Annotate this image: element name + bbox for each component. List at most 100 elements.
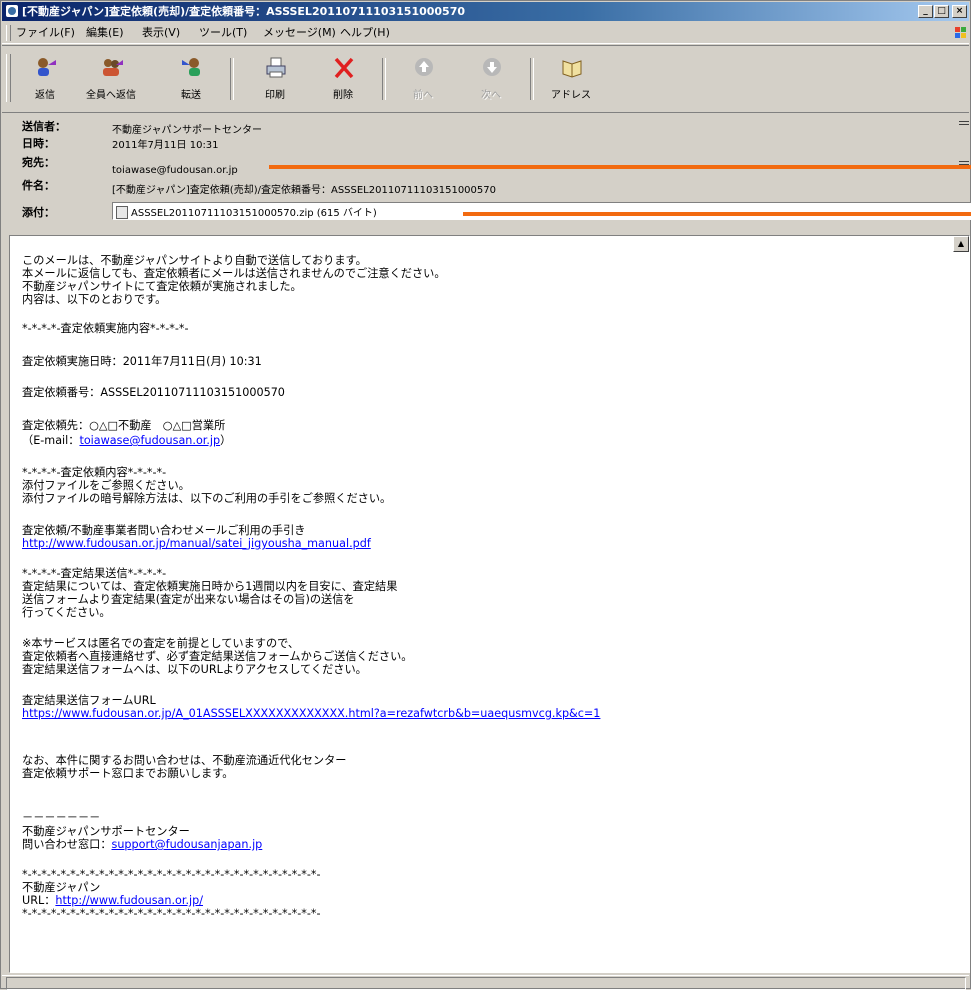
toolbar-separator	[382, 58, 386, 100]
body-line: 内容は、以下のとおりです。	[22, 293, 167, 306]
contact-prefix: 問い合わせ窓口：	[22, 838, 112, 851]
forward-button[interactable]: 転送	[162, 52, 220, 106]
header-expand-icon[interactable]	[959, 121, 969, 125]
body-line: 査定依頼先：○△□不動産 ○△□営業所	[22, 419, 226, 432]
body-line: 査定結果送信フォームへは、以下のURLよりアクセスしてください。	[22, 663, 367, 676]
menu-view[interactable]: 表示(V)	[142, 26, 180, 40]
maximize-button[interactable]: □	[934, 5, 949, 18]
support-email-link[interactable]: support@fudousanjapan.jp	[112, 838, 263, 851]
toolbar: 返信 全員へ返信 転送 印刷 削除 前へ 次へ アドレス	[2, 45, 969, 113]
body-line: https://www.fudousan.or.jp/A_01ASSSELXXX…	[22, 707, 600, 720]
toolbar-grip[interactable]	[6, 54, 11, 102]
zip-file-icon	[116, 206, 128, 219]
attachment-filename[interactable]: ASSSEL20110711103151000570.zip (615 バイト)	[131, 204, 377, 219]
window-title: [不動産ジャパン]査定依頼(売却)/査定依頼番号：ASSSEL201107111…	[22, 5, 466, 18]
menu-grip[interactable]	[6, 25, 11, 41]
title-bar[interactable]: [不動産ジャパン]査定依頼(売却)/査定依頼番号：ASSSEL201107111…	[2, 2, 969, 21]
to-label: 宛先：	[22, 156, 55, 169]
address-book-icon	[562, 60, 582, 78]
site-link[interactable]: http://www.fudousan.or.jp/	[55, 894, 203, 907]
previous-label: 前へ	[413, 90, 433, 101]
previous-button[interactable]: 前へ	[394, 52, 452, 106]
reply-all-icon	[103, 59, 123, 76]
from-value: 不動産ジャパンサポートセンター	[112, 125, 262, 136]
date-value: 2011年7月11日 10:31	[112, 140, 219, 151]
body-line: *-*-*-*-査定依頼実施内容*-*-*-*-	[22, 322, 189, 335]
attachment-box[interactable]: ASSSEL20110711103151000570.zip (615 バイト)	[112, 202, 971, 220]
body-line: 査定結果送信フォームURL	[22, 694, 156, 707]
toolbar-separator	[230, 58, 234, 100]
email-prefix: （E-mail：	[22, 434, 80, 447]
menu-file[interactable]: ファイル(F)	[16, 26, 75, 40]
reply-all-button[interactable]: 全員へ返信	[82, 52, 140, 106]
body-line: ※本サービスは匿名での査定を前提としていますので、	[22, 637, 300, 650]
subject-label: 件名：	[22, 179, 55, 192]
address-book-button[interactable]: アドレス	[542, 52, 600, 106]
from-label: 送信者：	[22, 120, 66, 133]
menu-help[interactable]: ヘルプ(H)	[340, 26, 390, 40]
status-bar	[2, 975, 969, 990]
body-line: 不動産ジャパンサポートセンター	[22, 825, 190, 838]
menu-message[interactable]: メッセージ(M)	[263, 26, 336, 40]
message-body[interactable]: ▲ このメールは、不動産ジャパンサイトより自動で送信しております。 本メールに返…	[9, 235, 970, 973]
toolbar-separator	[530, 58, 534, 100]
redaction-bar	[463, 212, 971, 216]
body-line: －－－－－－－	[22, 811, 101, 824]
body-line: 送信フォームより査定結果(査定が出来ない場合はその旨)の送信を	[22, 593, 355, 606]
body-line: このメールは、不動産ジャパンサイトより自動で送信しております。	[22, 254, 367, 267]
redaction-bar	[269, 165, 971, 169]
next-label: 次へ	[481, 90, 501, 101]
reply-all-label: 全員へ返信	[86, 90, 136, 101]
body-line: 本メールに返信しても、査定依頼者にメールは送信されませんのでご注意ください。	[22, 267, 446, 280]
body-line: 行ってください。	[22, 606, 111, 619]
body-line: 査定依頼/不動産事業者問い合わせメールご利用の手引き	[22, 524, 306, 537]
menu-tools[interactable]: ツール(T)	[199, 26, 247, 40]
body-line: *-*-*-*-*-*-*-*-*-*-*-*-*-*-*-*-*-*-*-*-…	[22, 868, 321, 881]
body-line: 不動産ジャパン	[22, 881, 101, 894]
body-line: *-*-*-*-査定結果送信*-*-*-*-	[22, 567, 167, 580]
subject-value: [不動産ジャパン]査定依頼(売却)/査定依頼番号：ASSSEL201107111…	[112, 185, 496, 196]
result-form-link[interactable]: https://www.fudousan.or.jp/A_01ASSSELXXX…	[22, 707, 600, 720]
reply-button[interactable]: 返信	[16, 52, 74, 106]
body-line: URL：http://www.fudousan.or.jp/	[22, 894, 203, 907]
printer-icon	[266, 57, 286, 78]
body-line: 査定依頼番号：ASSSEL20110711103151000570	[22, 386, 285, 399]
delete-label: 削除	[333, 90, 353, 101]
attachment-label: 添付：	[22, 206, 55, 219]
reply-icon	[38, 58, 56, 76]
print-button[interactable]: 印刷	[246, 52, 304, 106]
close-button[interactable]: ×	[952, 5, 967, 18]
mail-window: [不動産ジャパン]査定依頼(売却)/査定依頼番号：ASSSEL201107111…	[0, 0, 971, 990]
email-suffix: ）	[220, 434, 232, 447]
forward-label: 転送	[181, 90, 201, 101]
body-line: http://www.fudousan.or.jp/manual/satei_j…	[22, 537, 371, 550]
body-line: （E-mail：toiawase@fudousan.or.jp）	[22, 434, 231, 447]
body-line: *-*-*-*-*-*-*-*-*-*-*-*-*-*-*-*-*-*-*-*-…	[22, 907, 321, 920]
menu-bar: ファイル(F) 編集(E) 表示(V) ツール(T) メッセージ(M) ヘルプ(…	[2, 23, 969, 44]
url-prefix: URL：	[22, 894, 56, 907]
body-line: 添付ファイルの暗号解除方法は、以下のご利用の手引をご参照ください。	[22, 492, 392, 505]
delete-button[interactable]: 削除	[314, 52, 372, 106]
manual-link[interactable]: http://www.fudousan.or.jp/manual/satei_j…	[22, 537, 371, 550]
scroll-up-button[interactable]: ▲	[953, 236, 969, 252]
body-line: 査定依頼サポート窓口までお願いします。	[22, 767, 234, 780]
body-line: なお、本件に関するお問い合わせは、不動産流通近代化センター	[22, 754, 347, 767]
print-label: 印刷	[265, 90, 285, 101]
windows-logo-icon	[955, 27, 966, 38]
next-button[interactable]: 次へ	[462, 52, 520, 106]
body-line: *-*-*-*-査定依頼内容*-*-*-*-	[22, 466, 167, 479]
date-label: 日時：	[22, 137, 55, 150]
email-link[interactable]: toiawase@fudousan.or.jp	[79, 434, 220, 447]
reply-label: 返信	[35, 90, 55, 101]
mail-app-icon	[6, 5, 18, 17]
status-pane	[6, 977, 966, 990]
menu-edit[interactable]: 編集(E)	[86, 26, 124, 40]
body-line: 査定結果については、査定依頼実施日時から1週間以内を目安に、査定結果	[22, 580, 398, 593]
forward-icon	[182, 58, 200, 76]
address-book-label: アドレス	[551, 90, 591, 101]
previous-icon	[415, 58, 433, 76]
minimize-button[interactable]: _	[918, 5, 933, 18]
body-line: 不動産ジャパンサイトにて査定依頼が実施されました。	[22, 280, 302, 293]
body-line: 査定依頼実施日時：2011年7月11日(月) 10:31	[22, 355, 262, 368]
next-icon	[483, 58, 501, 76]
